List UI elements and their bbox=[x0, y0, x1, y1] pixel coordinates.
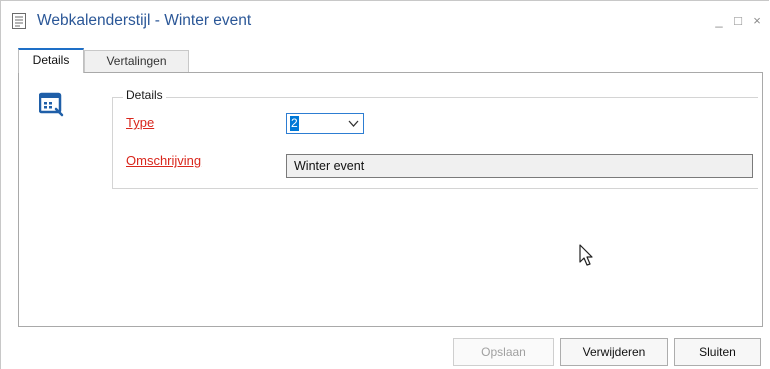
maximize-button[interactable]: □ bbox=[730, 13, 746, 29]
document-icon bbox=[12, 13, 26, 29]
title-bar: Webkalenderstijl - Winter event _ □ × bbox=[1, 1, 769, 41]
delete-button[interactable]: Verwijderen bbox=[560, 338, 668, 366]
tab-details[interactable]: Details bbox=[18, 48, 84, 73]
type-label: Type bbox=[126, 115, 155, 130]
save-button[interactable]: Opslaan bbox=[453, 338, 554, 366]
tab-vertalingen[interactable]: Vertalingen bbox=[84, 50, 189, 72]
details-group-legend: Details bbox=[123, 88, 166, 102]
chevron-down-icon[interactable] bbox=[348, 119, 359, 128]
window-title: Webkalenderstijl - Winter event bbox=[37, 12, 252, 29]
minimize-button[interactable]: _ bbox=[711, 13, 727, 29]
close-window-button[interactable]: × bbox=[749, 13, 765, 29]
close-button[interactable]: Sluiten bbox=[674, 338, 761, 366]
dialog-window: Webkalenderstijl - Winter event _ □ × De… bbox=[0, 0, 769, 369]
omschrijving-label: Omschrijving bbox=[126, 153, 202, 168]
details-panel: Details Type 2 Omschrijving Winter event bbox=[18, 72, 763, 327]
type-select-value: 2 bbox=[290, 116, 299, 131]
omschrijving-field[interactable]: Winter event bbox=[286, 154, 753, 178]
type-select[interactable]: 2 bbox=[286, 113, 364, 134]
form-list-icon bbox=[39, 92, 64, 117]
mouse-pointer-icon bbox=[579, 244, 593, 266]
